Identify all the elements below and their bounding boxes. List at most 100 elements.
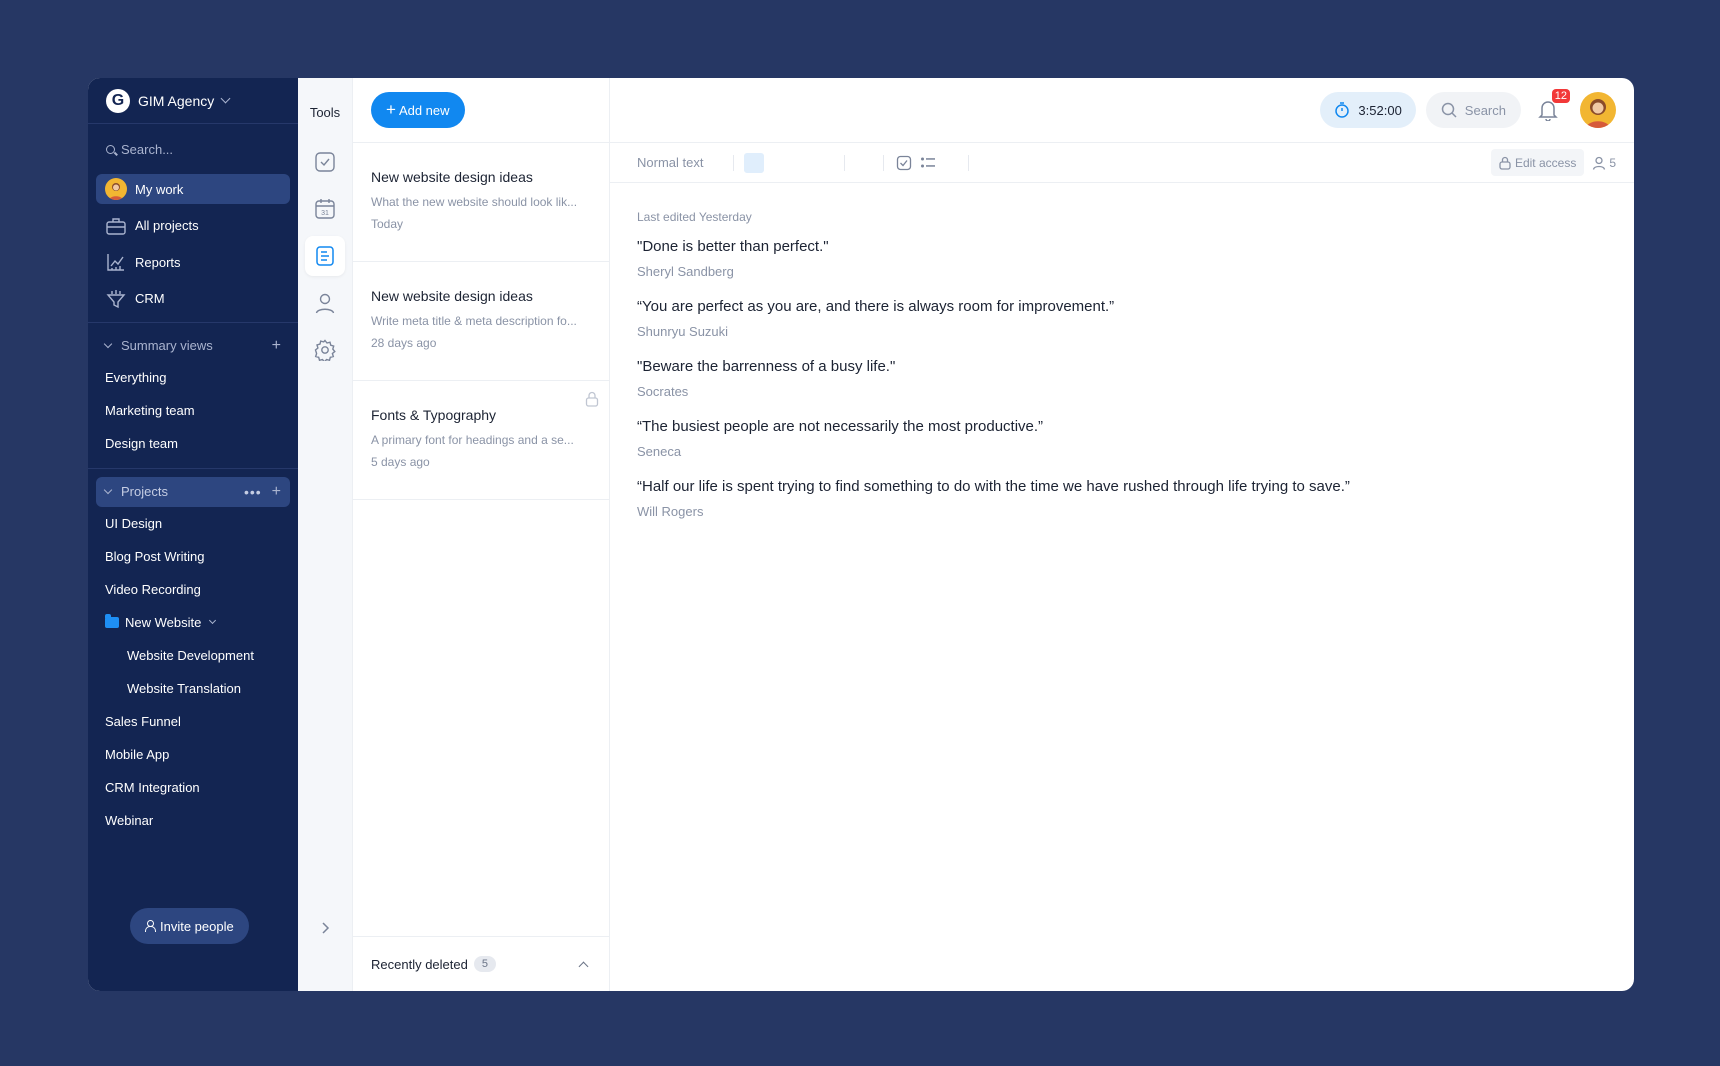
quote-text: “The busiest people are not necessarily … — [637, 418, 1044, 435]
quote-author: Socrates — [637, 384, 689, 399]
main-nav: My work All projects Reports CRM — [88, 174, 298, 314]
person-icon — [315, 293, 335, 314]
divider — [968, 154, 970, 171]
project-item[interactable]: Website Translation — [88, 672, 298, 705]
tool-people[interactable] — [305, 283, 345, 323]
project-item[interactable]: Mobile App — [88, 738, 298, 771]
projects-header[interactable]: Projects ••• + — [96, 476, 290, 507]
add-summary-view-button[interactable]: + — [272, 337, 281, 355]
project-item[interactable]: Website Development — [88, 639, 298, 672]
timer-value: 3:52:00 — [1358, 102, 1402, 118]
summary-item[interactable]: Everything — [88, 361, 298, 394]
timer-button[interactable]: 3:52:00 — [1320, 92, 1416, 128]
section-title: Summary views — [121, 338, 213, 353]
add-new-button[interactable]: + Add new — [371, 92, 465, 128]
calendar-icon: 31 — [315, 199, 335, 219]
format-toolbar: Normal text Edit access 5 — [610, 143, 1634, 183]
project-item[interactable]: Sales Funnel — [88, 705, 298, 738]
nav-label: All projects — [135, 218, 199, 233]
search-input[interactable]: Search — [1425, 92, 1521, 128]
note-title: New website design ideas — [371, 169, 533, 185]
nav-all-projects[interactable]: All projects — [96, 211, 290, 241]
divider — [88, 321, 298, 323]
text-color-picker[interactable] — [744, 152, 765, 173]
invite-people-button[interactable]: Invite people — [130, 908, 249, 944]
note-item[interactable]: Fonts & Typography A primary font for he… — [353, 381, 609, 500]
project-folder-new-website[interactable]: New Website — [88, 606, 298, 639]
note-item[interactable]: New website design ideas Write meta titl… — [353, 262, 609, 381]
bullet-list-icon[interactable] — [920, 155, 936, 171]
notes-icon — [316, 246, 334, 266]
recently-deleted-toggle[interactable]: Recently deleted 5 — [353, 936, 609, 991]
editor-pane: 3:52:00 Search 12 Normal text Edit acces… — [610, 78, 1634, 991]
notifications-button[interactable]: 12 — [1536, 89, 1570, 122]
project-item[interactable]: Video Recording — [88, 573, 298, 606]
section-title: Projects — [121, 484, 168, 499]
chevron-right-icon — [322, 922, 330, 934]
tools-rail: Tools 31 — [298, 78, 353, 991]
project-item[interactable]: CRM Integration — [88, 771, 298, 804]
collaborators-button[interactable]: 5 — [1592, 156, 1616, 170]
add-project-button[interactable]: + — [272, 483, 281, 501]
nav-reports[interactable]: Reports — [96, 247, 290, 277]
quote-author: Seneca — [637, 444, 682, 459]
quote-block: “Half our life is spent trying to find s… — [637, 478, 1607, 519]
note-item[interactable]: New website design ideas What the new we… — [353, 143, 609, 262]
text-style-select[interactable]: Normal text — [637, 155, 703, 170]
tool-calendar[interactable]: 31 — [305, 189, 345, 229]
chevron-down-icon — [220, 93, 231, 104]
sidebar-search[interactable]: Search... — [88, 124, 298, 174]
app-window: G GIM Agency Search... My work All proje… — [88, 78, 1634, 991]
quote-author: Sheryl Sandberg — [637, 264, 734, 279]
tool-notes[interactable] — [305, 236, 345, 276]
project-item[interactable]: Blog Post Writing — [88, 540, 298, 573]
summary-views-header[interactable]: Summary views + — [96, 331, 290, 361]
workspace-switcher[interactable]: G GIM Agency — [88, 78, 298, 124]
svg-text:31: 31 — [321, 210, 329, 217]
tool-tasks[interactable] — [305, 142, 345, 182]
chevron-up-icon — [578, 961, 589, 971]
document-body[interactable]: Last edited Yesterday "Done is better th… — [610, 183, 1634, 565]
avatar[interactable] — [1580, 92, 1616, 128]
sidebar-search-placeholder: Search... — [121, 141, 174, 157]
chart-icon — [105, 251, 127, 273]
lock-icon — [1499, 156, 1511, 170]
more-options-icon[interactable]: ••• — [244, 484, 262, 500]
top-bar: 3:52:00 Search 12 — [610, 78, 1634, 143]
tool-settings[interactable] — [305, 330, 345, 370]
chevron-down-icon — [103, 339, 113, 348]
project-item[interactable]: Webinar — [88, 804, 298, 837]
workspace-logo: G — [106, 88, 130, 113]
stopwatch-icon — [1335, 102, 1350, 118]
quote-text: “Half our life is spent trying to find s… — [637, 478, 1350, 495]
summary-item[interactable]: Design team — [88, 427, 298, 460]
person-icon — [1593, 156, 1606, 170]
divider — [844, 154, 846, 171]
note-preview: What the new website should look lik... — [371, 195, 578, 209]
edit-access-button[interactable]: Edit access — [1490, 149, 1585, 176]
divider — [733, 154, 735, 171]
quote-block: “The busiest people are not necessarily … — [637, 418, 1607, 459]
notes-list: + Add new New website design ideas What … — [353, 78, 610, 991]
note-title: New website design ideas — [371, 288, 533, 304]
note-date: 28 days ago — [371, 336, 437, 350]
note-title: Fonts & Typography — [371, 407, 497, 423]
note-date: 5 days ago — [371, 455, 430, 469]
expand-rail-button[interactable] — [298, 921, 352, 935]
nav-my-work[interactable]: My work — [96, 174, 290, 204]
note-date: Today — [371, 217, 404, 231]
avatar — [105, 178, 127, 200]
project-item[interactable]: UI Design — [88, 507, 298, 540]
quote-text: “You are perfect as you are, and there i… — [637, 298, 1115, 315]
folder-icon — [105, 613, 119, 628]
checklist-icon[interactable] — [896, 155, 912, 171]
nav-crm[interactable]: CRM — [96, 284, 290, 314]
last-edited: Last edited Yesterday — [637, 210, 752, 224]
search-placeholder: Search — [1464, 102, 1506, 118]
notes-header: + Add new — [353, 78, 609, 143]
note-preview: A primary font for headings and a se... — [371, 433, 574, 447]
summary-item[interactable]: Marketing team — [88, 394, 298, 427]
divider — [88, 467, 298, 469]
invite-label: Invite people — [160, 918, 234, 934]
chevron-down-icon — [209, 616, 217, 624]
